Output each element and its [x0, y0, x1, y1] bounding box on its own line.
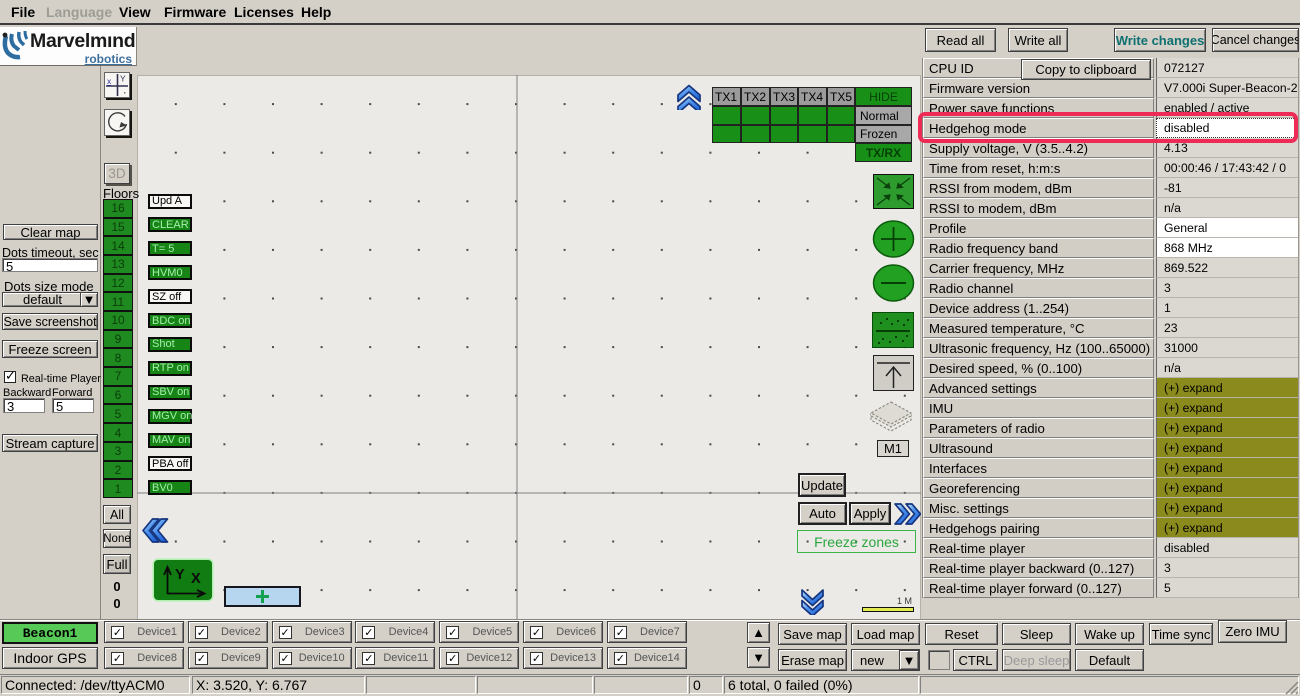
svg-text:Y: Y — [120, 74, 126, 84]
svg-text:X: X — [191, 571, 201, 587]
svg-text:x: x — [107, 76, 112, 86]
svg-text:Y: Y — [175, 567, 185, 583]
